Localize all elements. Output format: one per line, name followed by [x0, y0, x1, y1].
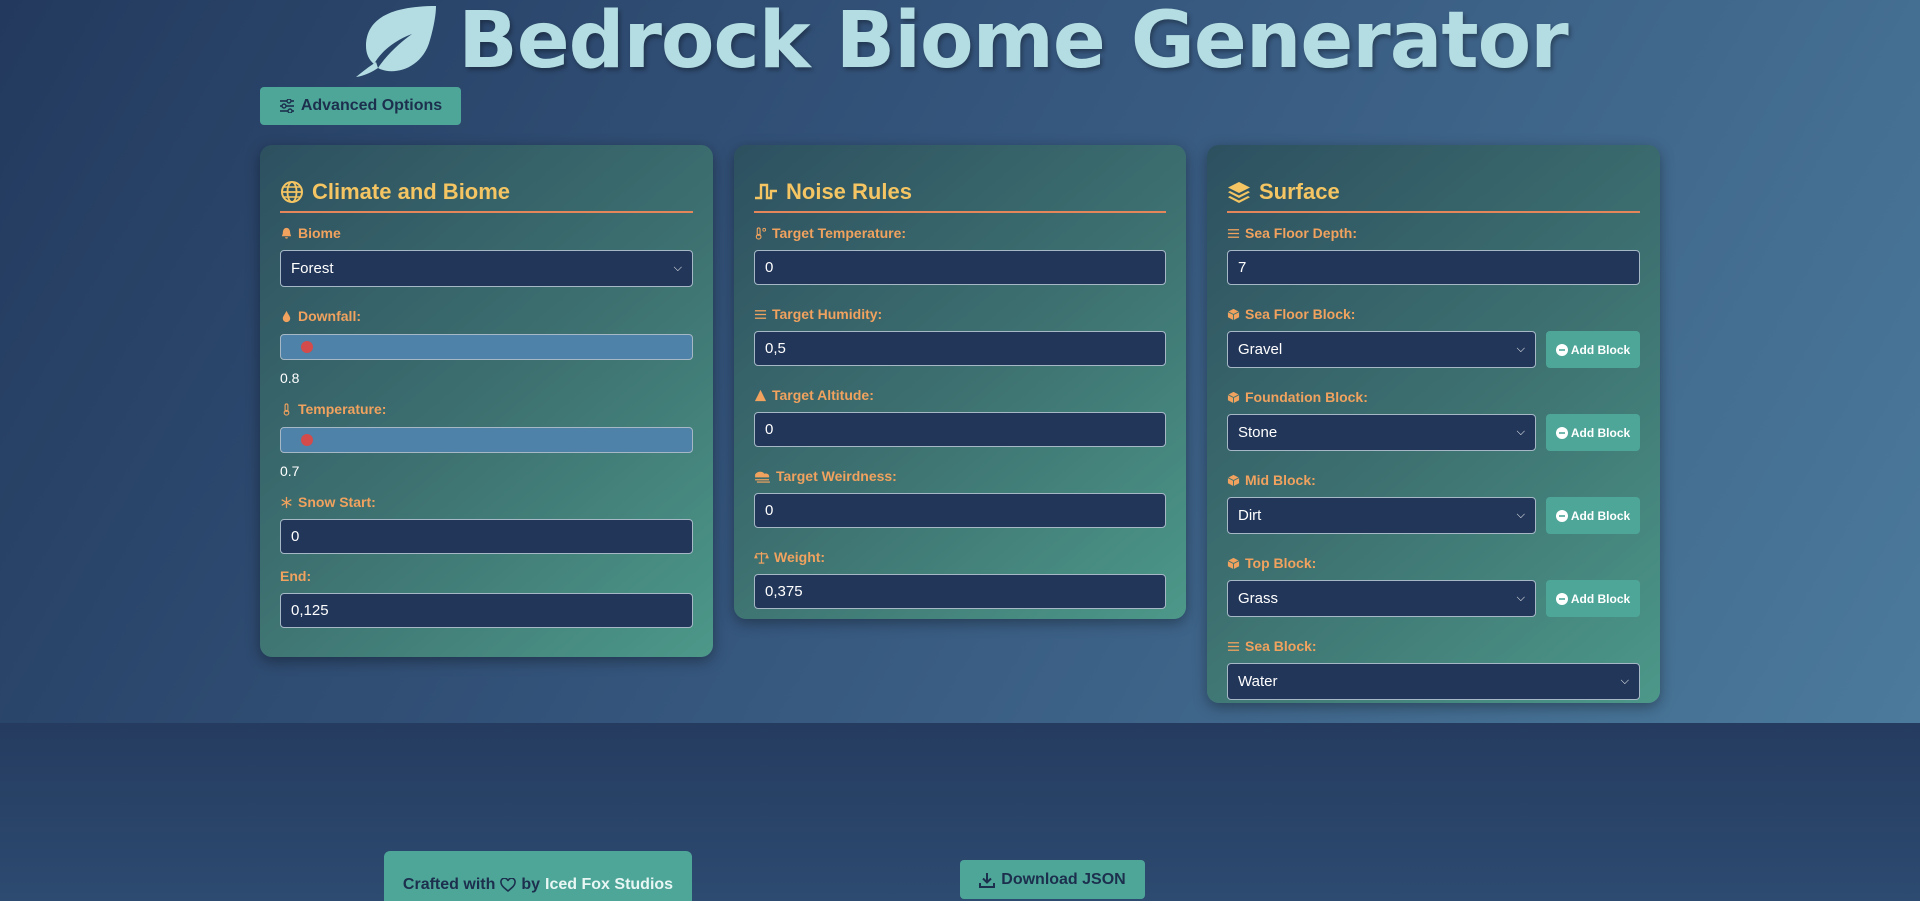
weight-label: Weight:: [754, 549, 1166, 565]
sea-floor-depth-input[interactable]: 7: [1227, 250, 1640, 285]
cube-icon: [1227, 308, 1240, 320]
thermometer-icon: [283, 402, 290, 416]
noise-title-text: Noise Rules: [786, 179, 912, 204]
temperature-slider-thumb[interactable]: [300, 434, 313, 446]
page-title: Bedrock Biome Generator: [352, 0, 1569, 86]
target-humidity-input[interactable]: 0,5: [754, 331, 1166, 366]
top-block-row: Grass ⌵ Add Block: [1227, 580, 1640, 617]
footer-credit: Crafted with by Iced Fox Studios: [384, 851, 692, 901]
downfall-value: 0.8: [280, 370, 300, 386]
wave-square-icon: [755, 183, 777, 200]
sea-block-label: Sea Block:: [1227, 638, 1640, 654]
bell-icon: [281, 227, 292, 239]
scale-balanced-icon: [754, 551, 769, 564]
biome-label: Biome: [280, 225, 693, 241]
foundation-add-block-button[interactable]: Add Block: [1546, 414, 1640, 451]
downfall-label: Downfall:: [280, 308, 693, 324]
crafted-prefix: Crafted with: [402, 876, 496, 893]
target-altitude-input[interactable]: 0: [754, 412, 1166, 447]
temperature-slider[interactable]: [280, 427, 693, 453]
downfall-slider-thumb[interactable]: [300, 341, 313, 353]
chevron-down-icon: ⌵: [1620, 675, 1629, 687]
sea-floor-block-row: Gravel ⌵ Add Block: [1227, 331, 1640, 368]
droplet-icon: [282, 310, 291, 322]
target-altitude-label: Target Altitude:: [754, 387, 1166, 403]
chevron-down-icon: ⌵: [1516, 343, 1525, 355]
leaf-icon: [356, 6, 437, 77]
climate-card-title: Climate and Biome: [280, 179, 693, 213]
climate-title-text: Climate and Biome: [312, 179, 511, 204]
mid-add-block-button[interactable]: Add Block: [1546, 497, 1640, 534]
foundation-block-label: Foundation Block:: [1227, 389, 1640, 405]
target-weirdness-label: Target Weirdness:: [754, 468, 1166, 484]
target-temperature-label: Target Temperature:: [754, 225, 1166, 241]
smog-icon: [755, 471, 770, 483]
end-label: End:: [280, 568, 312, 584]
sea-floor-depth-label: Sea Floor Depth:: [1227, 225, 1640, 241]
snow-start-input[interactable]: 0: [280, 519, 693, 554]
advanced-options-button[interactable]: Advanced Options: [260, 87, 461, 125]
sliders-icon: [279, 99, 294, 113]
plus-circle-icon: [1555, 592, 1568, 605]
plus-circle-icon: [1555, 509, 1568, 522]
heart-icon: [500, 878, 517, 892]
downfall-slider[interactable]: [280, 334, 693, 360]
sea-block-select[interactable]: Water ⌵: [1227, 663, 1640, 700]
water-lines-icon: [1227, 641, 1240, 651]
surface-card: Surface Sea Floor Depth: 7 Sea Floor Blo…: [1207, 145, 1660, 703]
mid-block-label: Mid Block:: [1227, 472, 1640, 488]
page-title-text: Bedrock Biome Generator: [458, 0, 1568, 86]
temperature-value: 0.7: [280, 463, 300, 479]
plus-circle-icon: [1555, 426, 1568, 439]
globe-icon: [281, 181, 303, 203]
foundation-block-select[interactable]: Stone ⌵: [1227, 414, 1536, 451]
surface-title-text: Surface: [1259, 179, 1340, 204]
advanced-options-label: Advanced Options: [300, 97, 443, 114]
water-lines-icon: [754, 309, 767, 319]
weight-input[interactable]: 0,375: [754, 574, 1166, 609]
mid-block-row: Dirt ⌵ Add Block: [1227, 497, 1640, 534]
download-json-label: Download JSON: [1001, 870, 1126, 888]
cube-icon: [1227, 474, 1240, 486]
sea-floor-block-label: Sea Floor Block:: [1227, 306, 1640, 322]
cube-icon: [1227, 391, 1240, 403]
studio-link[interactable]: Iced Fox Studios: [545, 876, 673, 894]
snowflake-icon: [281, 496, 292, 508]
top-add-block-button[interactable]: Add Block: [1546, 580, 1640, 617]
download-json-button[interactable]: Download JSON: [960, 860, 1145, 899]
target-humidity-label: Target Humidity:: [754, 306, 1166, 322]
temperature-label: Temperature:: [280, 401, 693, 417]
climate-card: Climate and Biome Biome Forest ⌵ Downfal…: [260, 145, 713, 657]
chevron-down-icon: ⌵: [673, 262, 682, 274]
snow-end-input[interactable]: 0,125: [280, 593, 693, 628]
crafted-by: by: [521, 876, 541, 893]
page-header: Bedrock Biome Generator: [0, 0, 1920, 86]
cube-icon: [1227, 557, 1240, 569]
noise-card-title: Noise Rules: [754, 179, 1166, 213]
chevron-down-icon: ⌵: [1516, 509, 1525, 521]
chevron-down-icon: ⌵: [1516, 592, 1525, 604]
thermometer-icon: [755, 226, 767, 240]
top-block-label: Top Block:: [1227, 555, 1640, 571]
snow-start-label: Snow Start:: [280, 494, 693, 510]
plus-circle-icon: [1555, 343, 1568, 356]
sea-floor-add-block-button[interactable]: Add Block: [1546, 331, 1640, 368]
mountain-icon: [754, 389, 767, 401]
target-weirdness-input[interactable]: 0: [754, 493, 1166, 528]
target-temperature-input[interactable]: 0: [754, 250, 1166, 285]
top-block-select[interactable]: Grass ⌵: [1227, 580, 1536, 617]
surface-card-title: Surface: [1227, 179, 1640, 213]
foundation-block-row: Stone ⌵ Add Block: [1227, 414, 1640, 451]
water-lines-icon: [1227, 228, 1240, 238]
download-icon: [979, 872, 996, 888]
mid-block-select[interactable]: Dirt ⌵: [1227, 497, 1536, 534]
noise-card: Noise Rules Target Temperature: 0 Target…: [734, 145, 1186, 619]
layers-icon: [1228, 182, 1250, 203]
chevron-down-icon: ⌵: [1516, 426, 1525, 438]
sea-floor-block-select[interactable]: Gravel ⌵: [1227, 331, 1536, 368]
biome-select[interactable]: Forest ⌵: [280, 250, 693, 287]
